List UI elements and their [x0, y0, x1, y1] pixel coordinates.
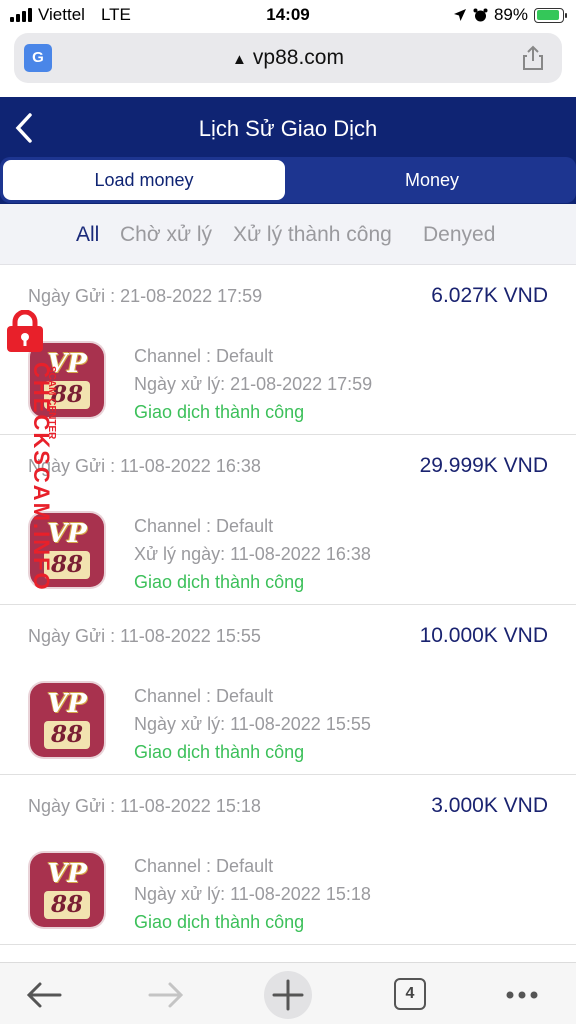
transaction-item[interactable]: Ngày Gửi : 11-08-2022 15:55 10.000K VND …	[0, 605, 576, 775]
transaction-amount: 29.999K VND	[419, 454, 548, 477]
more-icon[interactable]	[500, 973, 544, 1017]
sent-date: Ngày Gửi : 21-08-2022 17:59	[28, 286, 263, 306]
logo-text-vp: VP	[47, 519, 87, 549]
address-bar[interactable]: G ▲ vp88.com	[14, 33, 562, 83]
logo-text-88: 88	[44, 381, 90, 409]
sent-date: Ngày Gửi : 11-08-2022 15:55	[28, 626, 261, 646]
transaction-item[interactable]: Ngày Gửi : 11-08-2022 15:18 3.000K VND V…	[0, 775, 576, 945]
transaction-details: Channel : Default Ngày xử lý: 11-08-2022…	[134, 682, 371, 766]
back-icon[interactable]	[22, 973, 66, 1017]
channel-text: Channel : Default	[134, 346, 274, 366]
logo-text-vp: VP	[47, 859, 87, 889]
transaction-amount: 3.000K VND	[431, 794, 548, 817]
url-display[interactable]: ▲ vp88.com	[14, 46, 562, 70]
filter-all[interactable]: All	[76, 223, 99, 247]
logo-text-88: 88	[44, 891, 90, 919]
app-header: Lịch Sử Giao Dịch Load money Money	[0, 97, 576, 204]
channel-text: Channel : Default	[134, 686, 274, 706]
alarm-icon	[473, 8, 488, 21]
filter-denied[interactable]: Denyed	[423, 223, 495, 247]
sent-date: Ngày Gửi : 11-08-2022 16:38	[28, 456, 261, 476]
channel-text: Channel : Default	[134, 516, 274, 536]
logo-text-88: 88	[44, 551, 90, 579]
transaction-details: Channel : Default Ngày xử lý: 11-08-2022…	[134, 852, 371, 936]
logo-text-88: 88	[44, 721, 90, 749]
status-bar: Viettel LTE 14:09 89%	[0, 0, 576, 30]
vp88-logo: VP 88	[30, 343, 104, 417]
tab-money[interactable]: Money	[288, 160, 576, 200]
battery-icon	[534, 7, 567, 23]
battery-percent: 89%	[493, 5, 528, 24]
channel-text: Channel : Default	[134, 856, 274, 876]
browser-toolbar: 4	[0, 962, 576, 1024]
filter-pending[interactable]: Chờ xử lý	[120, 223, 212, 247]
forward-icon[interactable]	[144, 973, 188, 1017]
transaction-amount: 6.027K VND	[431, 284, 548, 307]
transaction-amount: 10.000K VND	[419, 624, 548, 647]
sent-date: Ngày Gửi : 11-08-2022 15:18	[28, 796, 261, 816]
processed-date: Xử lý ngày: 11-08-2022 16:38	[134, 544, 371, 564]
status-filter-bar: All Chờ xử lý Xử lý thành công Denyed	[0, 204, 576, 265]
tab-switcher: Load money Money	[0, 157, 576, 203]
page-title: Lịch Sử Giao Dịch	[198, 116, 378, 141]
warning-icon: ▲	[232, 51, 247, 68]
url-text: vp88.com	[252, 46, 344, 69]
location-arrow-icon	[453, 9, 466, 21]
transaction-list: Ngày Gửi : 21-08-2022 17:59 6.027K VND V…	[0, 265, 576, 945]
transaction-status: Giao dịch thành công	[134, 402, 305, 422]
transaction-item[interactable]: Ngày Gửi : 11-08-2022 16:38 29.999K VND …	[0, 435, 576, 605]
processed-date: Ngày xử lý: 21-08-2022 17:59	[134, 374, 373, 394]
vp88-logo: VP 88	[30, 513, 104, 587]
processed-date: Ngày xử lý: 11-08-2022 15:18	[134, 884, 371, 904]
new-tab-icon[interactable]	[263, 970, 313, 1020]
tab-count-button[interactable]: 4	[394, 978, 426, 1010]
tab-load-money[interactable]: Load money	[3, 160, 285, 200]
logo-text-vp: VP	[47, 349, 87, 379]
transaction-details: Channel : Default Xử lý ngày: 11-08-2022…	[134, 512, 371, 596]
filter-success[interactable]: Xử lý thành công	[233, 223, 392, 247]
transaction-status: Giao dịch thành công	[134, 742, 305, 762]
transaction-status: Giao dịch thành công	[134, 572, 305, 592]
status-right: 89%	[453, 5, 567, 25]
share-icon[interactable]	[522, 45, 544, 71]
processed-date: Ngày xử lý: 11-08-2022 15:55	[134, 714, 371, 734]
logo-text-vp: VP	[47, 689, 87, 719]
vp88-logo: VP 88	[30, 683, 104, 757]
transaction-status: Giao dịch thành công	[134, 912, 305, 932]
transaction-details: Channel : Default Ngày xử lý: 21-08-2022…	[134, 342, 372, 426]
transaction-item[interactable]: Ngày Gửi : 21-08-2022 17:59 6.027K VND V…	[0, 265, 576, 435]
vp88-logo: VP 88	[30, 853, 104, 927]
